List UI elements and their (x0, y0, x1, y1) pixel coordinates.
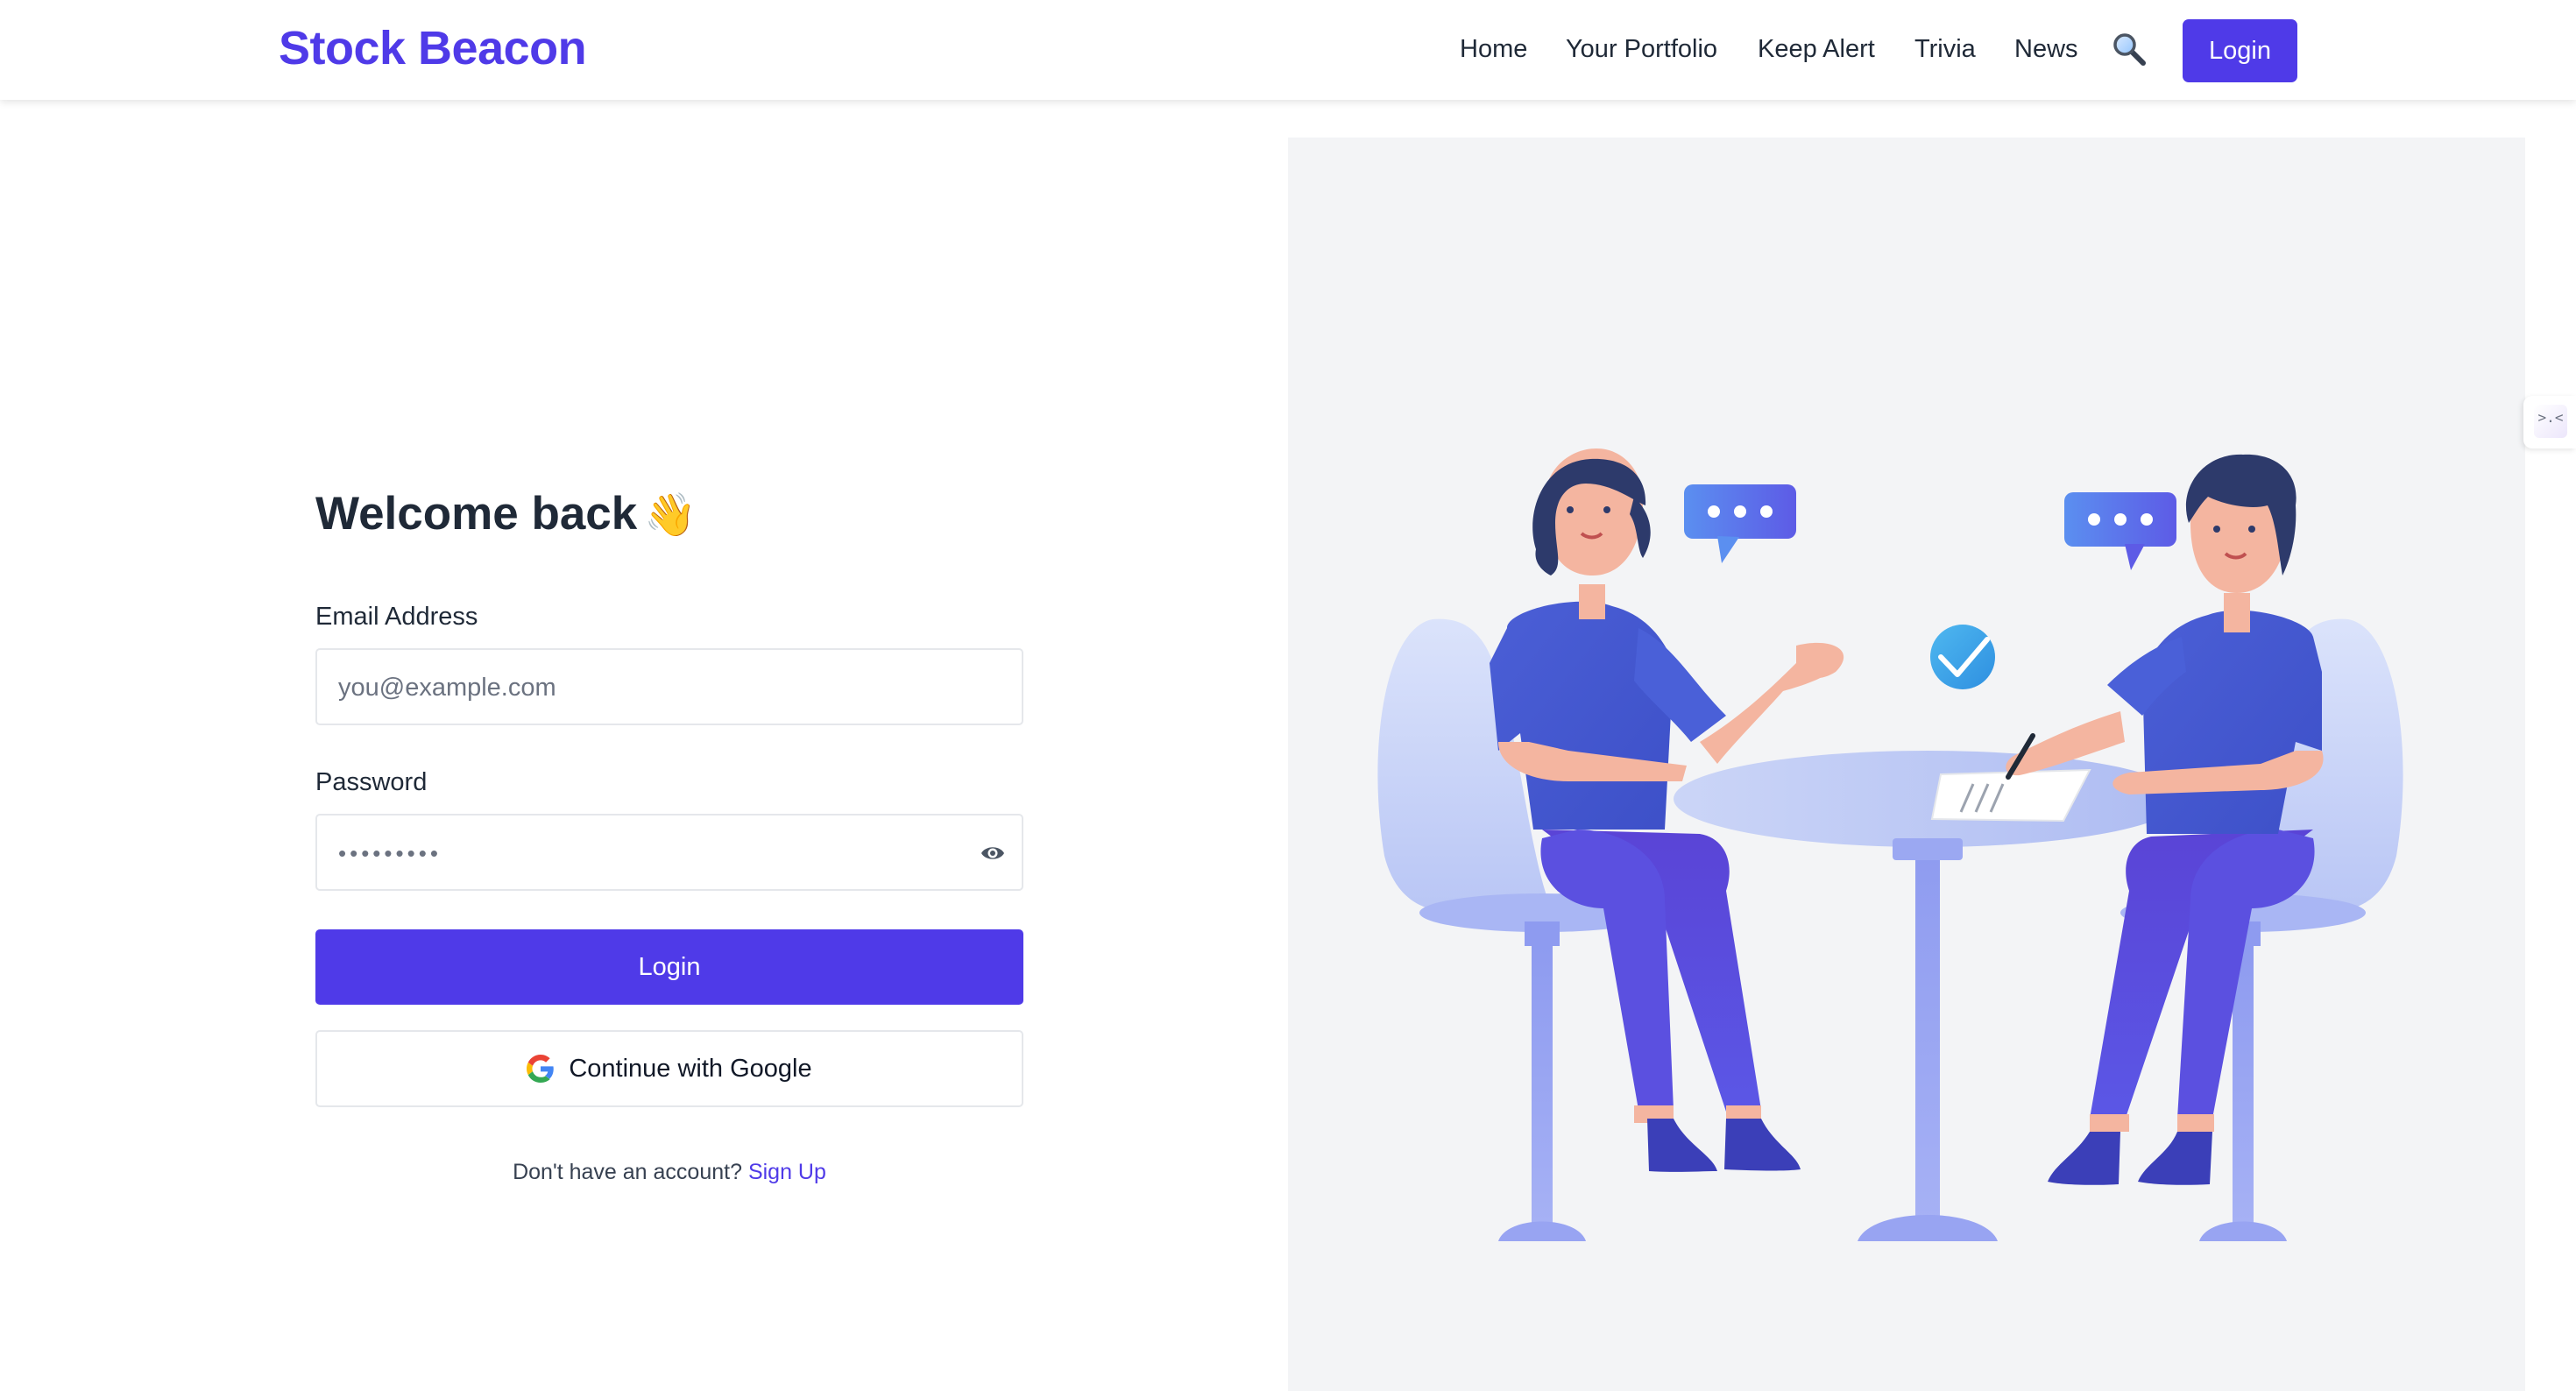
meeting-illustration (1377, 448, 2403, 1241)
illustration-panel (1288, 138, 2525, 1391)
nav-news[interactable]: News (2014, 35, 2078, 64)
nav-trivia[interactable]: Trivia (1914, 35, 1976, 64)
signup-prompt: Don't have an account? (513, 1160, 742, 1184)
login-button[interactable]: Login (315, 929, 1023, 1005)
signup-link[interactable]: Sign Up (748, 1160, 826, 1184)
waving-hand-emoji: 👋 (644, 492, 697, 539)
continue-with-google-button[interactable]: Continue with Google (315, 1030, 1023, 1107)
email-input[interactable] (336, 650, 988, 725)
nav-login-button[interactable]: Login (2183, 19, 2297, 82)
side-collapse-tab[interactable]: >.< (2523, 396, 2576, 448)
eye-icon[interactable] (980, 840, 1006, 866)
search-icon[interactable] (2112, 32, 2147, 67)
google-icon (527, 1055, 555, 1083)
password-input[interactable] (336, 816, 988, 891)
password-field-container (315, 814, 1023, 891)
collapse-icon: >.< (2534, 405, 2567, 438)
page-title: Welcome back 👋 (315, 487, 697, 540)
email-label: Email Address (315, 603, 478, 631)
signup-row: Don't have an account? Sign Up (315, 1160, 1023, 1185)
google-button-label: Continue with Google (569, 1054, 812, 1083)
nav-keep-alert[interactable]: Keep Alert (1758, 35, 1875, 64)
email-field-container (315, 648, 1023, 725)
nav-your-portfolio[interactable]: Your Portfolio (1566, 35, 1717, 64)
password-label: Password (315, 768, 428, 796)
nav-home[interactable]: Home (1460, 35, 1527, 64)
top-navbar: Stock Beacon Home Your Portfolio Keep Al… (0, 0, 2576, 100)
welcome-title-text: Welcome back (315, 488, 638, 540)
brand-logo[interactable]: Stock Beacon (279, 21, 587, 75)
